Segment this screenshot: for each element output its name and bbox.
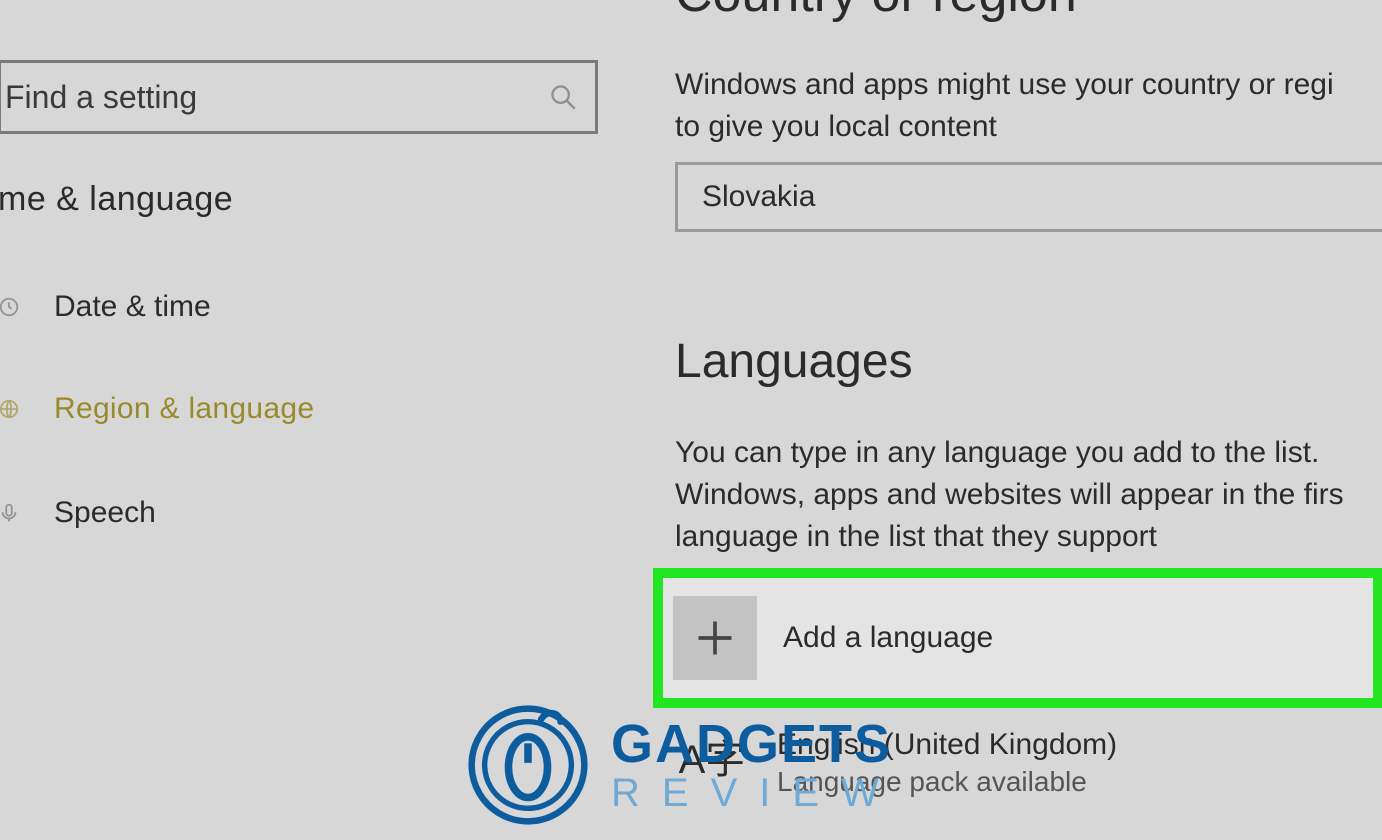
add-language-label: Add a language: [783, 621, 993, 655]
globe-icon: [0, 395, 20, 423]
nav-label-speech: Speech: [54, 496, 156, 530]
home-icon: [0, 0, 26, 2]
plus-icon-box: [673, 596, 757, 680]
search-icon: [549, 83, 577, 111]
language-name: English (United Kingdom): [777, 728, 1117, 762]
home-link[interactable]: Home: [0, 0, 131, 7]
search-input[interactable]: [5, 79, 505, 116]
nav-label-date: Date & time: [54, 290, 211, 324]
nav-item-speech[interactable]: Speech: [0, 490, 598, 536]
plus-icon: [693, 616, 737, 660]
region-description: Windows and apps might use your country …: [675, 64, 1382, 148]
country-dropdown[interactable]: Slovakia: [675, 162, 1382, 232]
clock-icon: [0, 293, 20, 321]
mic-icon: [0, 499, 20, 527]
search-box[interactable]: [0, 60, 598, 134]
nav-item-date-time[interactable]: Date & time: [0, 284, 598, 330]
nav-label-region: Region & language: [54, 392, 314, 426]
nav-item-region-language[interactable]: Region & language: [0, 386, 598, 432]
country-value: Slovakia: [702, 180, 815, 214]
main-content: Country or region Windows and apps might…: [675, 0, 1382, 840]
region-section-title: Country or region: [675, 0, 1077, 24]
category-header: me & language: [0, 180, 233, 219]
languages-section-title: Languages: [675, 334, 913, 389]
language-subtitle: Language pack available: [777, 766, 1117, 798]
language-entry[interactable]: A字 English (United Kingdom) Language pac…: [675, 728, 1117, 798]
add-language-button[interactable]: Add a language: [653, 568, 1382, 708]
languages-description: You can type in any language you add to …: [675, 432, 1382, 558]
sidebar: Home me & language Date & time Region & …: [0, 0, 620, 840]
language-glyph-icon: A字: [675, 728, 749, 792]
home-label: Home: [46, 0, 131, 7]
